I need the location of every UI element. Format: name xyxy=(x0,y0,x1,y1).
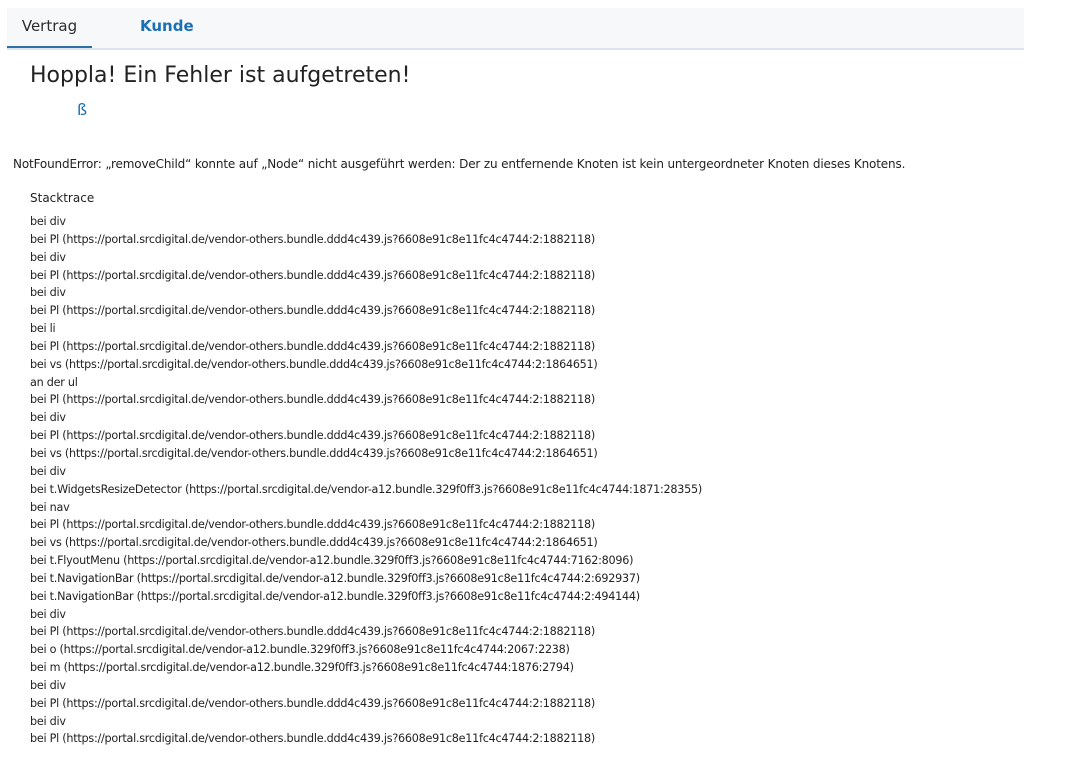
stacktrace-line: bei div xyxy=(30,286,66,300)
stacktrace-line: bei div xyxy=(30,607,66,621)
stacktrace-line: bei t.NavigationBar (https://portal.srcd… xyxy=(30,571,640,585)
stacktrace-line: bei o (https://portal.srcdigital.de/vend… xyxy=(30,643,570,657)
stacktrace-line: bei Pl (https://portal.srcdigital.de/ven… xyxy=(30,696,595,710)
stacktrace-line: bei Pl (https://portal.srcdigital.de/ven… xyxy=(30,393,595,407)
stacktrace-line: bei Pl (https://portal.srcdigital.de/ven… xyxy=(30,232,595,246)
tab-vertrag[interactable]: Vertrag xyxy=(7,8,92,48)
stacktrace-line: an der ul xyxy=(30,375,78,389)
stacktrace-line: bei Pl (https://portal.srcdigital.de/ven… xyxy=(30,429,595,443)
stacktrace-line: bei li xyxy=(30,322,56,336)
stacktrace-line: bei div xyxy=(30,714,66,728)
stacktrace-line: bei div xyxy=(30,678,66,692)
stacktrace-line: bei Pl (https://portal.srcdigital.de/ven… xyxy=(30,304,595,318)
error-message: NotFoundError: „removeChild“ konnte auf … xyxy=(13,157,906,171)
stacktrace-line: bei t.NavigationBar (https://portal.srcd… xyxy=(30,589,640,603)
stacktrace-heading: Stacktrace xyxy=(30,191,95,205)
stacktrace-line: bei div xyxy=(30,464,66,478)
stacktrace-line: bei div xyxy=(30,215,66,228)
stacktrace-list: bei div bei Pl (https://portal.srcdigita… xyxy=(30,213,1070,751)
stacktrace-line: bei Pl (https://portal.srcdigital.de/ven… xyxy=(30,268,595,282)
stacktrace-line: bei Pl (https://portal.srcdigital.de/ven… xyxy=(30,518,595,532)
stacktrace-line: bei t.WidgetsResizeDetector (https://por… xyxy=(30,482,702,496)
stacktrace-line: bei m (https://portal.srcdigital.de/vend… xyxy=(30,661,574,675)
error-glyph: ß xyxy=(77,100,88,119)
page-title: Hoppla! Ein Fehler ist aufgetreten! xyxy=(30,63,411,88)
tab-kunde[interactable]: Kunde xyxy=(140,8,194,48)
stacktrace-line: bei vs (https://portal.srcdigital.de/ven… xyxy=(30,357,598,371)
stacktrace-line: bei t.FlyoutMenu (https://portal.srcdigi… xyxy=(30,554,634,568)
stacktrace-line: bei vs (https://portal.srcdigital.de/ven… xyxy=(30,536,598,550)
stacktrace-line: bei nav xyxy=(30,500,70,514)
tab-bar: Vertrag Kunde xyxy=(7,8,1024,50)
stacktrace-line: bei Pl (https://portal.srcdigital.de/ven… xyxy=(30,732,595,746)
stacktrace-line: bei div xyxy=(30,250,66,264)
stacktrace-line: bei Pl (https://portal.srcdigital.de/ven… xyxy=(30,625,595,639)
stacktrace-line: bei vs (https://portal.srcdigital.de/ven… xyxy=(30,446,598,460)
stacktrace-line: bei div xyxy=(30,411,66,425)
stacktrace-line: bei Pl (https://portal.srcdigital.de/ven… xyxy=(30,339,595,353)
